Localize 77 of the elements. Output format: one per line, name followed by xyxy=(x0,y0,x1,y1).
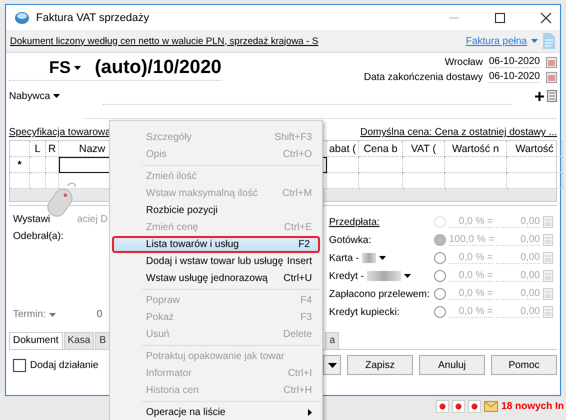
calendar-icon[interactable] xyxy=(546,56,557,68)
issue-date-field[interactable]: 06-10-2020 xyxy=(488,56,540,68)
notification-text[interactable]: 18 nowych In xyxy=(501,400,564,412)
envelope-icon[interactable] xyxy=(484,400,498,412)
dialog-button[interactable]: Anuluj xyxy=(419,355,485,375)
calculator-icon[interactable] xyxy=(543,234,553,246)
calculator-icon[interactable] xyxy=(543,288,553,300)
calculator-icon[interactable] xyxy=(543,252,553,264)
tab[interactable]: a xyxy=(325,332,339,349)
tab[interactable]: Dokument xyxy=(9,332,63,349)
radio-button[interactable] xyxy=(434,270,446,282)
payment-label: Zapłacono przelewem: xyxy=(329,288,430,300)
delivery-date-field[interactable]: 06-10-2020 xyxy=(488,71,540,83)
column-header[interactable]: abat ( xyxy=(327,141,359,157)
redacted-mark xyxy=(367,271,402,281)
table-cell xyxy=(507,157,563,173)
term-label[interactable]: Termin: xyxy=(13,309,46,320)
dropdown-button[interactable] xyxy=(323,355,341,375)
place-label: Wrocław xyxy=(444,56,483,68)
calendar-icon[interactable] xyxy=(546,72,557,82)
close-icon[interactable] xyxy=(540,12,552,24)
column-header[interactable]: Wartość n xyxy=(445,141,507,157)
payment-label[interactable]: Kredyt - xyxy=(329,270,364,282)
add-action-checkbox[interactable]: Dodaj działanie xyxy=(9,358,98,372)
buyer-label[interactable]: Nabywca xyxy=(9,90,50,102)
menu-item[interactable]: Rozbicie pozycji xyxy=(112,202,320,219)
radio-button[interactable] xyxy=(434,234,446,246)
default-price-link[interactable]: Domyślna cena: Cena z ostatniej dostawy ... xyxy=(360,127,557,138)
column-header[interactable]: VAT ( xyxy=(403,141,445,157)
radio-button[interactable] xyxy=(434,306,446,318)
payment-label: Kredyt kupiecki: xyxy=(329,306,400,318)
calculator-icon[interactable] xyxy=(543,306,553,318)
tab[interactable]: Kasa xyxy=(64,332,94,349)
caret-icon[interactable] xyxy=(379,256,386,260)
term-days-field[interactable]: 0 xyxy=(96,309,102,320)
maximize-icon[interactable] xyxy=(494,12,506,24)
plus-icon[interactable] xyxy=(535,92,544,100)
menu-item[interactable]: Operacje na liście xyxy=(112,404,320,420)
received-by-label: Odebrał(a): xyxy=(13,231,64,242)
column-header[interactable]: R xyxy=(46,141,59,157)
caret-icon[interactable] xyxy=(74,66,81,70)
document-number: (auto)/10/2020 xyxy=(94,57,222,79)
payment-label: Gotówka: xyxy=(329,234,372,246)
table-cell xyxy=(327,157,359,173)
caret-icon xyxy=(328,362,336,368)
delivery-date-label: Data zakończenia dostawy xyxy=(364,72,483,82)
calculator-icon[interactable] xyxy=(543,270,553,282)
redacted-mark xyxy=(362,253,376,263)
list-icon[interactable] xyxy=(547,90,557,102)
document-icon[interactable] xyxy=(542,32,556,50)
calculator-icon[interactable] xyxy=(543,216,553,228)
payment-label[interactable]: Karta - xyxy=(329,252,360,264)
menu-item[interactable]: Lista towarów i usług F2 xyxy=(112,236,320,253)
column-header[interactable]: Cena b xyxy=(359,141,403,157)
column-header[interactable]: L xyxy=(30,141,46,157)
caret-icon[interactable] xyxy=(53,94,60,98)
caret-icon[interactable] xyxy=(404,274,412,278)
dialog-button[interactable]: Pomoc xyxy=(491,355,557,375)
window-title: Faktura VAT sprzedaży xyxy=(36,12,150,24)
document-info-link[interactable]: Dokument liczony według cen netto w walucie PLN, sprzedaż krajowa - S xyxy=(10,36,318,46)
dialog-button[interactable]: Zapisz xyxy=(347,355,413,375)
radio-button[interactable] xyxy=(434,252,446,264)
tab[interactable]: B xyxy=(95,332,110,349)
series-selector[interactable]: FS xyxy=(49,58,71,78)
table-cell xyxy=(30,157,46,173)
invoice-type-link[interactable]: Faktura pełna xyxy=(466,36,527,46)
menu-item[interactable]: Wstaw usługę jednorazową Ctrl+U xyxy=(112,270,320,287)
issued-by-label: Wystawi xyxy=(13,214,50,225)
radio-button[interactable] xyxy=(434,288,446,300)
table-cell xyxy=(46,157,59,173)
menu-item[interactable]: Dodaj i wstaw towar lub usługę Insert xyxy=(112,253,320,270)
table-cell xyxy=(10,141,30,157)
table-cell xyxy=(359,157,403,173)
table-cell xyxy=(403,157,445,173)
app-logo-icon xyxy=(14,10,30,24)
table-cell xyxy=(445,157,507,173)
column-header[interactable]: Wartość xyxy=(507,141,563,157)
